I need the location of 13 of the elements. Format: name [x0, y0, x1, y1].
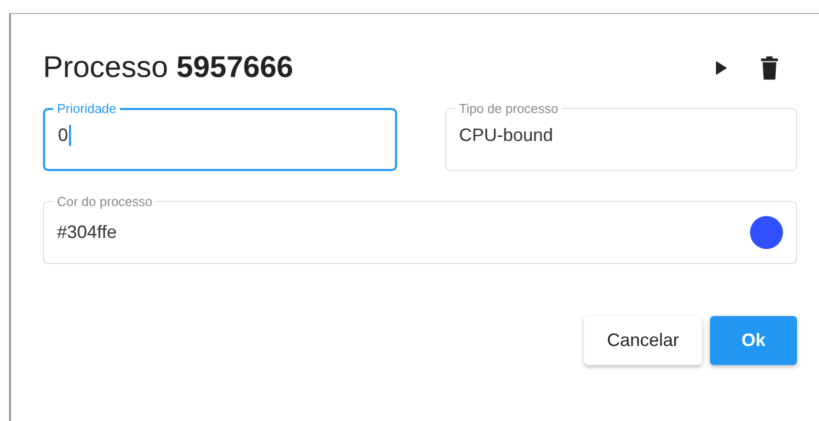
field-value: #304ffe [57, 222, 117, 244]
text-field[interactable]: Tipo de processo CPU-bound [445, 102, 797, 171]
field-label: Tipo de processo [458, 102, 560, 115]
text-field[interactable]: Cor do processo #304ffe [43, 195, 797, 264]
cancel-button[interactable]: Cancelar [584, 316, 702, 365]
field-label: Cor do processo [56, 195, 154, 208]
dialog-title: Processo 5957666 [43, 50, 294, 86]
text-field[interactable]: Prioridade 0 [43, 102, 397, 171]
field-value: CPU-bound [459, 125, 554, 147]
field-label: Prioridade [56, 102, 118, 115]
field-value: 0 [58, 125, 68, 147]
text-cursor [69, 125, 71, 146]
color-swatch[interactable] [750, 216, 783, 249]
